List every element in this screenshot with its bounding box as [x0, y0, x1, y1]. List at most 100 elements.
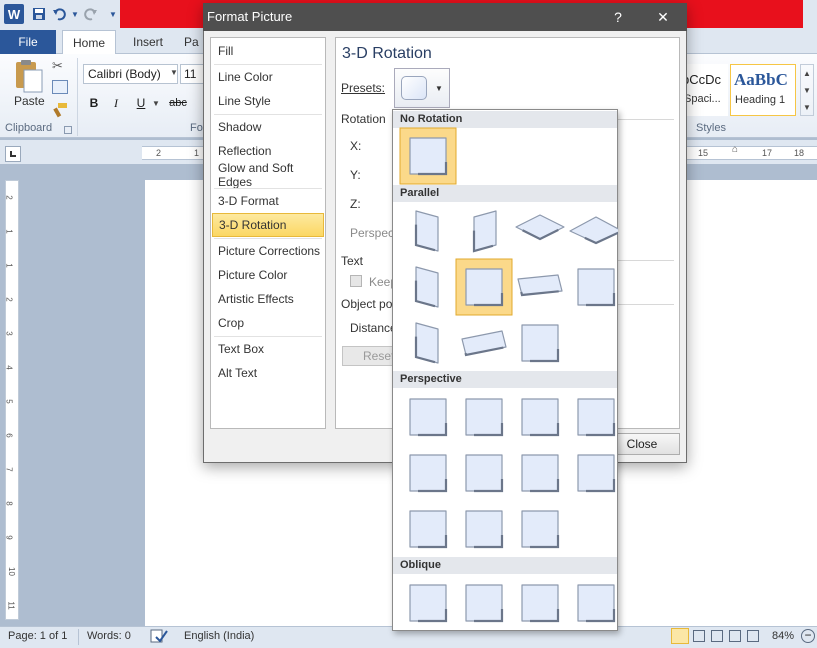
font-name-field[interactable]: Calibri (Body): [83, 64, 178, 84]
preset-perspective-1[interactable]: [408, 397, 448, 437]
preset-parallel-4[interactable]: [567, 215, 618, 245]
preset-perspective-5[interactable]: [408, 453, 448, 493]
preset-thumbnail-icon: [401, 76, 427, 100]
chevron-down-icon[interactable]: ▼: [152, 99, 160, 108]
nav-reflection[interactable]: Reflection: [212, 139, 324, 163]
nav-3d-format[interactable]: 3-D Format: [212, 189, 324, 213]
help-icon[interactable]: ?: [600, 3, 636, 31]
y-label: Y:: [350, 168, 361, 182]
styles-group-label: Styles: [696, 122, 726, 134]
keep-text-flat-checkbox[interactable]: [350, 275, 362, 287]
preset-perspective-4[interactable]: [576, 397, 616, 437]
preset-parallel-5[interactable]: [414, 265, 440, 309]
ruler-number: 4: [4, 365, 14, 370]
indent-marker-icon[interactable]: ⌂: [732, 144, 738, 155]
preset-perspective-3[interactable]: [520, 397, 560, 437]
format-painter-icon[interactable]: [52, 102, 68, 118]
full-screen-reading-icon[interactable]: [693, 630, 705, 642]
copy-icon[interactable]: [52, 80, 68, 94]
nav-picture-color[interactable]: Picture Color: [212, 263, 324, 287]
ruler-number: 2: [156, 148, 162, 158]
ruler-number: 1: [4, 263, 14, 268]
preset-oblique-4[interactable]: [576, 583, 616, 623]
preset-parallel-1[interactable]: [414, 209, 440, 253]
nav-line-style[interactable]: Line Style: [212, 89, 324, 113]
underline-button[interactable]: U: [133, 95, 149, 111]
proofing-icon[interactable]: [150, 628, 168, 644]
nav-glow-soft-edges[interactable]: Glow and Soft Edges: [212, 161, 324, 189]
nav-text-box[interactable]: Text Box: [212, 337, 324, 361]
preset-oblique-1[interactable]: [408, 583, 448, 623]
text-label: Text: [341, 254, 364, 268]
chevron-down-icon[interactable]: ▼: [170, 68, 178, 77]
tab-file[interactable]: File: [0, 30, 56, 54]
preset-perspective-10[interactable]: [464, 509, 504, 549]
preset-perspective-7[interactable]: [520, 453, 560, 493]
section-title: 3-D Rotation: [342, 45, 432, 62]
clipboard-launcher-icon[interactable]: [64, 126, 72, 134]
nav-3d-rotation[interactable]: 3-D Rotation: [212, 213, 324, 237]
cut-icon[interactable]: ✂: [52, 58, 68, 74]
paste-label[interactable]: Paste: [14, 94, 45, 108]
nav-picture-corrections[interactable]: Picture Corrections: [212, 239, 324, 263]
preset-parallel-8[interactable]: [576, 267, 616, 307]
font-size-field[interactable]: 11: [180, 64, 204, 84]
bold-button[interactable]: B: [86, 95, 102, 111]
customize-qat-icon[interactable]: ▼: [104, 5, 122, 23]
paste-icon[interactable]: [10, 58, 46, 94]
perspective-label: Perspect: [350, 226, 398, 240]
outline-icon[interactable]: [729, 630, 741, 642]
preset-parallel-9[interactable]: [414, 321, 440, 365]
preset-parallel-6[interactable]: [455, 258, 513, 316]
vertical-ruler[interactable]: 2 1 1 2 3 4 5 6 7 8 9 10 11: [5, 180, 19, 620]
zoom-level[interactable]: 84%: [772, 630, 794, 642]
page-count[interactable]: Page: 1 of 1: [8, 630, 67, 642]
word-count[interactable]: Words: 0: [87, 630, 131, 642]
ruler-number: 2: [4, 195, 14, 200]
web-layout-icon[interactable]: [711, 630, 723, 642]
chevron-down-icon[interactable]: ▼: [435, 84, 443, 93]
nav-artistic-effects[interactable]: Artistic Effects: [212, 287, 324, 311]
preset-parallel-10[interactable]: [460, 329, 508, 357]
ruler-number: 3: [4, 331, 14, 336]
preset-parallel-7[interactable]: [516, 273, 564, 297]
nav-alt-text[interactable]: Alt Text: [212, 361, 324, 385]
nav-crop[interactable]: Crop: [212, 311, 324, 335]
nav-line-color[interactable]: Line Color: [212, 65, 324, 89]
tab-page-layout[interactable]: Pa: [184, 30, 204, 54]
preset-perspective-11[interactable]: [520, 509, 560, 549]
nav-fill[interactable]: Fill: [212, 39, 324, 63]
italic-button[interactable]: I: [108, 95, 124, 111]
close-icon[interactable]: ✕: [645, 3, 681, 31]
section-divider: [618, 119, 674, 120]
ruler-number: 6: [4, 433, 14, 438]
ruler-number: 7: [4, 467, 14, 472]
preset-parallel-3[interactable]: [513, 213, 567, 241]
draft-icon[interactable]: [747, 630, 759, 642]
preset-perspective-6[interactable]: [464, 453, 504, 493]
redo-icon[interactable]: [82, 5, 100, 23]
preset-parallel-2[interactable]: [472, 209, 498, 253]
preset-oblique-3[interactable]: [520, 583, 560, 623]
preset-perspective-9[interactable]: [408, 509, 448, 549]
style-heading-1[interactable]: AaBbC Heading 1: [730, 64, 796, 116]
styles-scroll[interactable]: ▲ ▼ ▼: [800, 64, 814, 116]
tab-home[interactable]: Home: [62, 30, 116, 54]
zoom-out-icon[interactable]: −: [801, 629, 815, 643]
language[interactable]: English (India): [184, 630, 254, 642]
preset-oblique-2[interactable]: [464, 583, 504, 623]
preset-perspective-8[interactable]: [576, 453, 616, 493]
tab-selector-icon[interactable]: [5, 146, 21, 162]
preset-parallel-11[interactable]: [520, 323, 560, 363]
status-divider: [78, 629, 79, 645]
preset-perspective-2[interactable]: [464, 397, 504, 437]
nav-shadow[interactable]: Shadow: [212, 115, 324, 139]
ruler-number: 5: [4, 399, 14, 404]
z-label: Z:: [350, 197, 361, 211]
strikethrough-button[interactable]: abc: [166, 95, 190, 111]
save-icon[interactable]: [30, 5, 48, 23]
print-layout-icon[interactable]: [671, 628, 689, 644]
preset-no-rotation-1[interactable]: [399, 127, 457, 185]
tab-insert[interactable]: Insert: [124, 30, 172, 54]
word-logo-icon[interactable]: W: [4, 4, 24, 24]
